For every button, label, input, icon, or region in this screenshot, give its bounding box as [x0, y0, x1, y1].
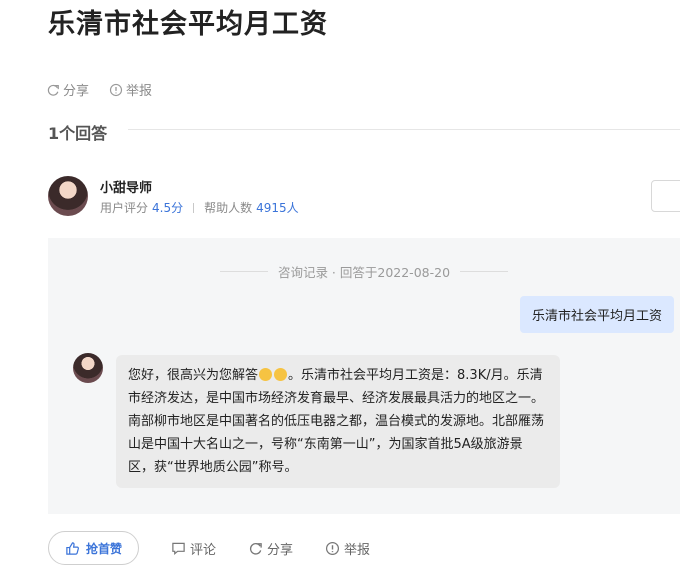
- report-answer-button[interactable]: 举报: [325, 539, 370, 558]
- follow-button[interactable]: [651, 180, 680, 212]
- comment-icon: [172, 542, 185, 555]
- report-icon: [109, 83, 123, 96]
- report-answer-label: 举报: [344, 542, 371, 558]
- report-label: 举报: [126, 84, 153, 99]
- record-line-right: [460, 271, 509, 272]
- report-button[interactable]: 举报: [109, 80, 152, 99]
- share-icon: [249, 542, 262, 555]
- emoji-icon: [259, 368, 273, 381]
- record-label: 咨询记录 · 回答于2022-08-20: [277, 265, 451, 280]
- like-button[interactable]: 抢首赞: [48, 531, 140, 565]
- helped-label: 帮助人数: [204, 201, 253, 215]
- meta-separator: [193, 202, 195, 213]
- question-actions: 分享 举报: [46, 80, 152, 99]
- divider: [128, 129, 680, 130]
- like-label: 抢首赞: [86, 541, 123, 556]
- share-icon: [47, 84, 59, 96]
- answer-text-start: 您好，很高兴为您解答: [128, 368, 259, 383]
- thumbs-up-icon: [66, 541, 79, 555]
- answerer-avatar-small: [73, 353, 103, 383]
- answers-count: 1个回答: [48, 124, 108, 143]
- answerer-name[interactable]: 小甜导师: [100, 177, 152, 196]
- share-answer-label: 分享: [267, 542, 294, 558]
- answer-actions: 抢首赞 评论 分享 举报: [48, 531, 370, 565]
- share-answer-button[interactable]: 分享: [248, 539, 293, 558]
- answer-text-rest: 。乐清市社会平均月工资是：8.3K/月。乐清市经济发达，是中国市场经济发育最早、…: [128, 368, 545, 475]
- user-question-bubble: 乐清市社会平均月工资: [520, 296, 675, 333]
- helped-value: 4915人: [256, 201, 299, 215]
- rating-label: 用户评分: [100, 201, 149, 215]
- comment-label: 评论: [190, 542, 217, 558]
- consultation-panel: 咨询记录 · 回答于2022-08-20 乐清市社会平均月工资 您好，很高兴为您…: [48, 238, 680, 514]
- rating-value: 4.5分: [152, 201, 184, 215]
- answerer-meta: 用户评分 4.5分 帮助人数 4915人: [100, 199, 299, 216]
- answer-bubble: 您好，很高兴为您解答 。乐清市社会平均月工资是：8.3K/月。乐清市经济发达，是中…: [116, 355, 560, 488]
- emoji-icon: [274, 368, 288, 381]
- record-line-left: [219, 271, 268, 272]
- report-icon: [326, 541, 340, 555]
- comment-button[interactable]: 评论: [171, 539, 216, 558]
- question-title: 乐清市社会平均月工资: [48, 9, 328, 40]
- share-button[interactable]: 分享: [46, 80, 89, 99]
- answerer-avatar[interactable]: [48, 176, 88, 216]
- share-label: 分享: [63, 84, 90, 99]
- consultation-record: 咨询记录 · 回答于2022-08-20: [48, 262, 680, 281]
